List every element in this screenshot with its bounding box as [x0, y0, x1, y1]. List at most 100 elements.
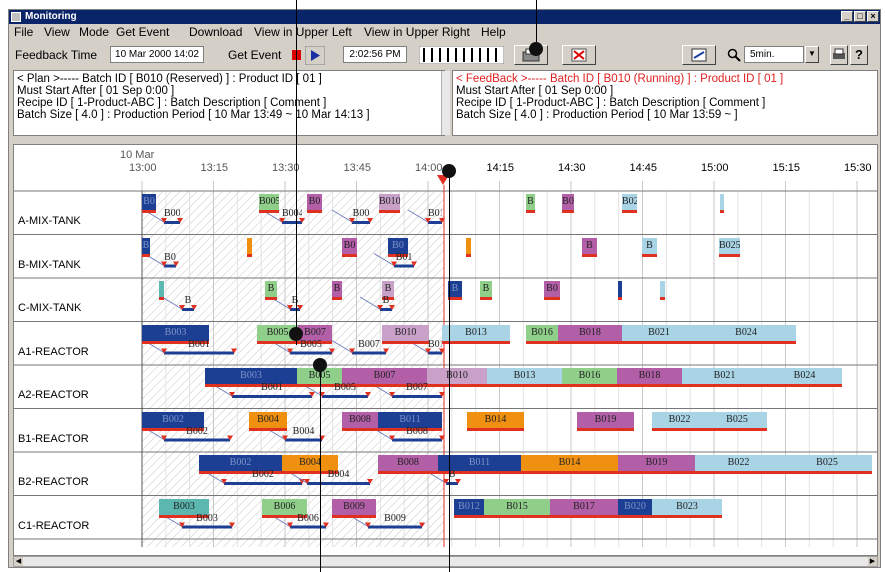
batch-bar[interactable]: [466, 237, 471, 257]
menu-download[interactable]: Download: [189, 24, 242, 41]
batch-bar[interactable]: B016: [526, 324, 558, 344]
batch-bar[interactable]: B004: [249, 411, 287, 431]
plan-bar-label: B007: [406, 382, 428, 393]
batch-bar[interactable]: B018: [617, 368, 682, 387]
batch-bar[interactable]: B025: [719, 237, 740, 257]
plan-scrollbar[interactable]: [441, 71, 450, 135]
batch-bar[interactable]: B024: [696, 324, 796, 344]
plan-bar-label: B004: [282, 208, 302, 219]
close-button[interactable]: ×: [867, 11, 879, 22]
gantt-chart[interactable]: 10 Mar 13:00 13:15 13:30 13:45 14:00 14:15 14:…: [13, 144, 878, 556]
resource-label: A1-REACTOR: [18, 345, 89, 358]
plan-bar-label: B001: [261, 382, 283, 393]
batch-bar[interactable]: B02: [622, 194, 637, 213]
toolbar: Feedback Time 10 Mar 2000 14:02 Get Even…: [9, 41, 880, 69]
play-button[interactable]: [305, 46, 325, 65]
plan-bar: [232, 395, 312, 398]
batch-bar[interactable]: B021: [622, 324, 696, 344]
callout-line: [449, 170, 450, 572]
batch-bar[interactable]: B020: [618, 498, 652, 518]
print-button[interactable]: [830, 45, 848, 65]
batch-bar[interactable]: B: [480, 281, 492, 300]
batch-bar[interactable]: B: [526, 194, 535, 213]
batch-bar[interactable]: B: [448, 281, 462, 300]
batch-bar[interactable]: [618, 281, 622, 300]
plan-bar: [164, 221, 180, 224]
view-mode-button[interactable]: [682, 45, 716, 65]
batch-bar[interactable]: B: [582, 237, 597, 257]
plan-bar: [428, 221, 442, 224]
batch-bar[interactable]: B019: [577, 411, 634, 431]
batch-bar[interactable]: B022: [652, 411, 707, 431]
resource-label: A-MIX-TANK: [18, 215, 81, 227]
batch-bar[interactable]: B017: [550, 498, 618, 518]
app-icon: [11, 12, 21, 22]
batch-bar[interactable]: B008: [342, 411, 378, 431]
resource-label: C-MIX-TANK: [18, 302, 82, 314]
batch-bar[interactable]: [247, 237, 252, 257]
time-tick-label: 13:15: [200, 162, 229, 174]
maximize-button[interactable]: □: [854, 11, 866, 22]
title-bar[interactable]: Monitoring _ □ ×: [9, 10, 880, 24]
batch-bar[interactable]: B010: [382, 324, 429, 344]
batch-bar[interactable]: B019: [618, 455, 695, 474]
batch-bar[interactable]: B016: [562, 368, 617, 387]
plan-bar: [380, 308, 392, 311]
horizontal-scrollbar[interactable]: ◀ ▶: [13, 556, 878, 567]
batch-bar[interactable]: B0: [544, 281, 560, 300]
batch-bar[interactable]: B014: [521, 455, 618, 474]
cancel-download-button[interactable]: [562, 45, 596, 65]
resource-label: B2-REACTOR: [18, 476, 89, 488]
feedback-time-field[interactable]: 10 Mar 2000 14:02: [110, 46, 204, 63]
menu-view[interactable]: View: [44, 24, 70, 41]
resource-label: B1-REACTOR: [18, 432, 89, 445]
batch-bar[interactable]: B023: [652, 498, 722, 518]
plan-bar: [182, 308, 194, 311]
batch-bar[interactable]: B022: [695, 455, 782, 474]
menu-get-event[interactable]: Get Event: [116, 24, 169, 41]
plan-bar-label: B002: [186, 425, 208, 437]
batch-bar[interactable]: B018: [558, 324, 622, 344]
batch-bar[interactable]: B013: [442, 324, 510, 344]
batch-bar[interactable]: [159, 281, 164, 300]
batch-bar[interactable]: B: [332, 281, 342, 300]
batch-bar[interactable]: B008: [378, 455, 438, 474]
batch-bar[interactable]: B015: [484, 498, 550, 518]
menu-mode[interactable]: Mode: [79, 24, 109, 41]
batch-bar[interactable]: B010: [379, 194, 400, 213]
batch-bar[interactable]: B025: [707, 411, 767, 431]
menu-file[interactable]: File: [14, 24, 33, 41]
batch-bar[interactable]: B014: [467, 411, 524, 431]
batch-bar[interactable]: [720, 194, 724, 213]
plan-bar: [352, 351, 386, 355]
zoom-select[interactable]: 5min.: [744, 46, 804, 63]
time-tick-label: 15:15: [772, 162, 801, 174]
feedback-time-label: Feedback Time: [15, 48, 98, 62]
menu-help[interactable]: Help: [481, 24, 506, 41]
help-button[interactable]: ?: [850, 45, 868, 65]
batch-bar[interactable]: B0: [342, 237, 357, 257]
plan-bar-label: B002: [252, 469, 274, 480]
plan-bar: [446, 482, 458, 485]
menu-view-upper-left[interactable]: View in Upper Left: [254, 24, 352, 41]
batch-bar[interactable]: B013: [487, 368, 562, 387]
batch-bar[interactable]: B021: [682, 368, 767, 387]
batch-bar[interactable]: B: [142, 237, 150, 257]
batch-bar[interactable]: B012: [454, 498, 484, 518]
batch-bar[interactable]: [660, 281, 665, 300]
batch-bar[interactable]: B0: [307, 194, 322, 213]
menu-view-upper-right[interactable]: View in Upper Right: [364, 24, 470, 41]
plan-bar: [224, 482, 302, 485]
batch-bar[interactable]: B024: [767, 368, 842, 387]
batch-bar[interactable]: B005: [259, 194, 279, 213]
event-progress-bar: [419, 46, 504, 64]
plan-bar-label: B01: [428, 338, 442, 350]
batch-bar[interactable]: B: [642, 237, 657, 257]
batch-bar[interactable]: B: [265, 281, 277, 300]
minimize-button[interactable]: _: [841, 11, 853, 22]
batch-bar[interactable]: B025: [782, 455, 872, 474]
zoom-dropdown-button[interactable]: ▼: [805, 46, 819, 63]
batch-bar[interactable]: B0: [142, 194, 156, 213]
batch-bar[interactable]: B0: [562, 194, 574, 213]
feedback-info-panel: < FeedBack >----- Batch ID [ B010 (Runni…: [452, 70, 878, 136]
